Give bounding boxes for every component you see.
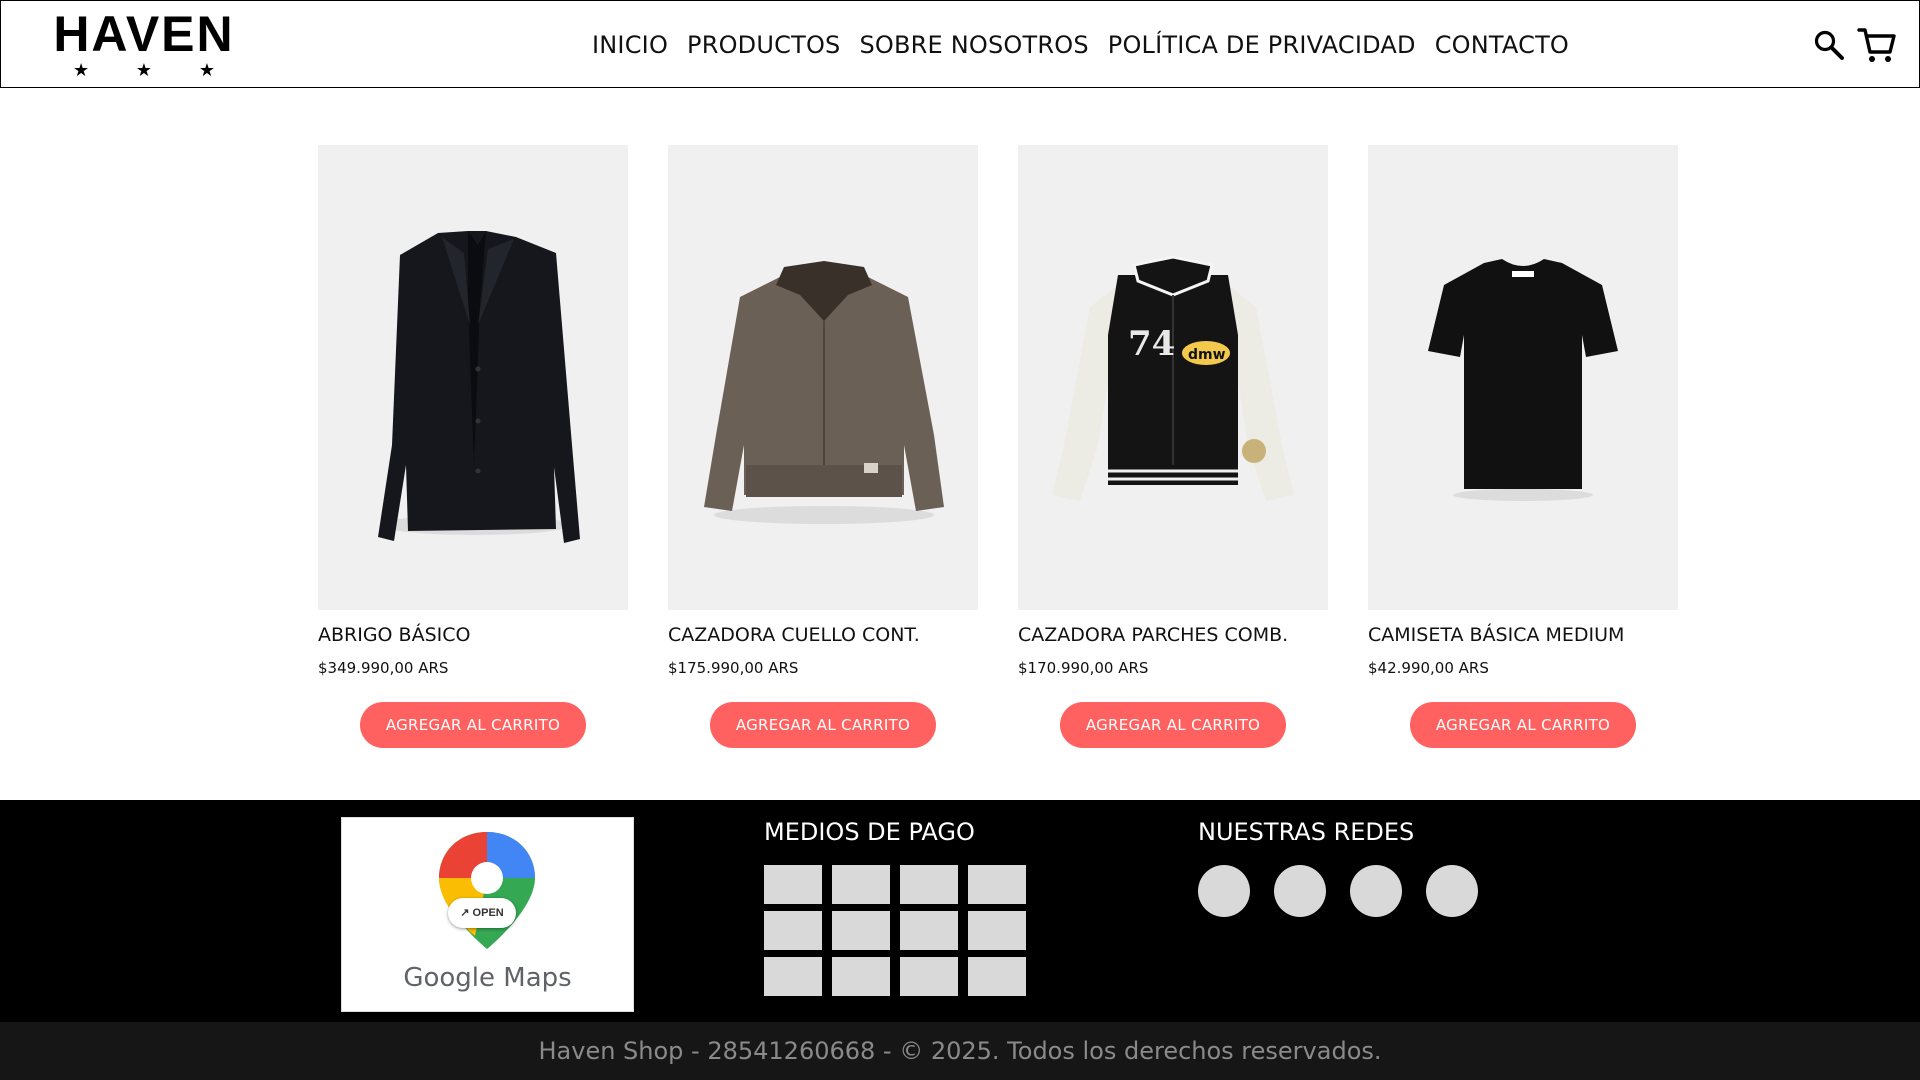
payment-method-tile bbox=[968, 865, 1026, 904]
add-to-cart-button[interactable]: AGREGAR AL CARRITO bbox=[710, 702, 936, 748]
social-links bbox=[1198, 865, 1478, 917]
logo-star: ★ bbox=[198, 60, 215, 80]
product-name[interactable]: CAZADORA CUELLO CONT. bbox=[668, 620, 978, 650]
product-card: 74 dmw CAZADORA PARCHES COMB. $170.990,0… bbox=[1018, 145, 1328, 750]
logo-text: HAVEN bbox=[53, 6, 235, 62]
payment-method-tile bbox=[764, 957, 822, 996]
payment-methods-grid bbox=[764, 865, 1028, 996]
svg-text:dmw: dmw bbox=[1188, 347, 1226, 363]
add-to-cart-button[interactable]: AGREGAR AL CARRITO bbox=[1060, 702, 1286, 748]
nav-item-contacto[interactable]: CONTACTO bbox=[1435, 29, 1569, 61]
search-icon[interactable] bbox=[1813, 29, 1845, 61]
payments-heading: MEDIOS DE PAGO bbox=[764, 818, 975, 846]
social-heading: NUESTRAS REDES bbox=[1198, 818, 1415, 846]
payment-method-tile bbox=[764, 911, 822, 950]
payment-method-tile bbox=[900, 865, 958, 904]
product-card: ABRIGO BÁSICO $349.990,00 ARS AGREGAR AL… bbox=[318, 145, 628, 750]
nav-item-inicio[interactable]: INICIO bbox=[592, 29, 668, 61]
product-name[interactable]: ABRIGO BÁSICO bbox=[318, 620, 628, 650]
payment-method-tile bbox=[900, 911, 958, 950]
payment-method-tile bbox=[968, 957, 1026, 996]
nav-item-productos[interactable]: PRODUCTOS bbox=[687, 29, 840, 61]
product-card: CAMISETA BÁSICA MEDIUM $42.990,00 ARS AG… bbox=[1368, 145, 1678, 750]
logo-stars: ★ ★ ★ bbox=[53, 61, 235, 79]
product-grid: ABRIGO BÁSICO $349.990,00 ARS AGREGAR AL… bbox=[318, 145, 1678, 750]
product-image-varsity-jacket[interactable]: 74 dmw bbox=[1018, 145, 1328, 610]
site-footer: ↗ OPEN Google Maps MEDIOS DE PAGO NUESTR… bbox=[0, 800, 1920, 1022]
social-link[interactable] bbox=[1198, 865, 1250, 917]
coat-illustration bbox=[378, 231, 580, 543]
svg-text:74: 74 bbox=[1128, 324, 1175, 364]
logo-star: ★ bbox=[135, 60, 153, 80]
product-price: $349.990,00 ARS bbox=[318, 659, 449, 677]
brown-jacket-illustration bbox=[704, 261, 944, 524]
product-name[interactable]: CAMISETA BÁSICA MEDIUM bbox=[1368, 620, 1678, 650]
google-maps-label: Google Maps bbox=[403, 963, 572, 993]
add-to-cart-button[interactable]: AGREGAR AL CARRITO bbox=[360, 702, 586, 748]
logo[interactable]: HAVEN ★ ★ ★ bbox=[53, 9, 235, 79]
external-link-icon: ↗ bbox=[460, 907, 470, 919]
payment-method-tile bbox=[832, 911, 890, 950]
varsity-jacket-illustration: 74 dmw bbox=[1052, 255, 1294, 501]
payment-method-tile bbox=[832, 865, 890, 904]
google-maps-embed[interactable]: ↗ OPEN Google Maps bbox=[341, 817, 634, 1012]
nav-item-politica-privacidad[interactable]: POLÍTICA DE PRIVACIDAD bbox=[1108, 29, 1416, 61]
nav-item-sobre-nosotros[interactable]: SOBRE NOSOTROS bbox=[859, 29, 1088, 61]
social-link[interactable] bbox=[1426, 865, 1478, 917]
open-badge-label: OPEN bbox=[472, 907, 504, 919]
product-price: $170.990,00 ARS bbox=[1018, 659, 1149, 677]
add-to-cart-button[interactable]: AGREGAR AL CARRITO bbox=[1410, 702, 1636, 748]
product-image-t-shirt[interactable] bbox=[1368, 145, 1678, 610]
social-link[interactable] bbox=[1274, 865, 1326, 917]
product-name[interactable]: CAZADORA PARCHES COMB. bbox=[1018, 620, 1328, 650]
copyright-bar: Haven Shop - 28541260668 - © 2025. Todos… bbox=[0, 1022, 1920, 1080]
payment-method-tile bbox=[764, 865, 822, 904]
product-price: $42.990,00 ARS bbox=[1368, 659, 1489, 677]
product-image-coat[interactable] bbox=[318, 145, 628, 610]
product-card: CAZADORA CUELLO CONT. $175.990,00 ARS AG… bbox=[668, 145, 978, 750]
main-nav: INICIO PRODUCTOS SOBRE NOSOTROS POLÍTICA… bbox=[592, 29, 1569, 61]
site-header: HAVEN ★ ★ ★ INICIO PRODUCTOS SOBRE NOSOT… bbox=[0, 0, 1920, 88]
social-link[interactable] bbox=[1350, 865, 1402, 917]
cart-icon[interactable] bbox=[1857, 25, 1897, 65]
payment-method-tile bbox=[832, 957, 890, 996]
payment-method-tile bbox=[968, 911, 1026, 950]
product-price: $175.990,00 ARS bbox=[668, 659, 799, 677]
logo-star: ★ bbox=[73, 60, 90, 80]
payment-method-tile bbox=[900, 957, 958, 996]
product-image-brown-jacket[interactable] bbox=[668, 145, 978, 610]
copyright-text: Haven Shop - 28541260668 - © 2025. Todos… bbox=[538, 1037, 1382, 1065]
open-badge[interactable]: ↗ OPEN bbox=[448, 898, 516, 928]
map-pin-icon bbox=[439, 832, 535, 949]
t-shirt-illustration bbox=[1428, 259, 1618, 501]
